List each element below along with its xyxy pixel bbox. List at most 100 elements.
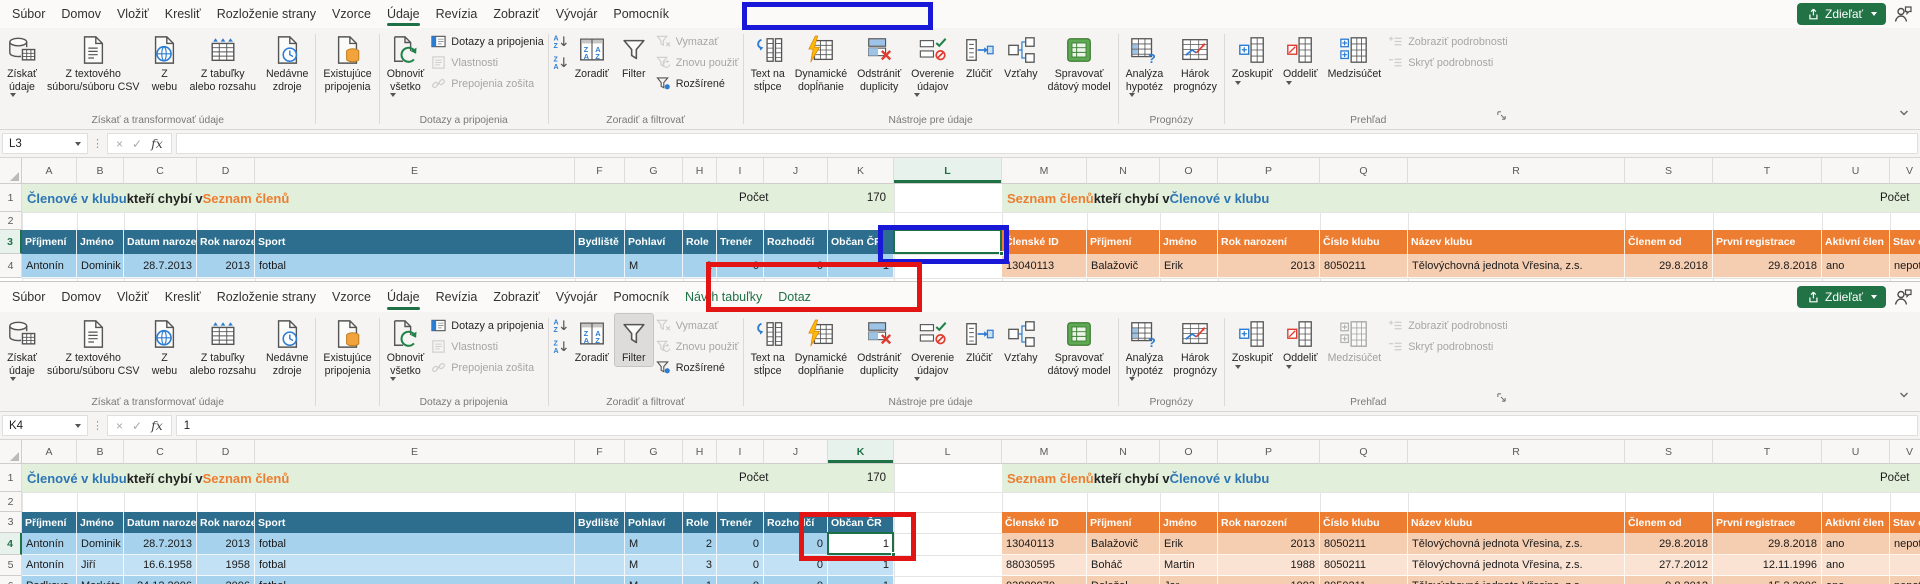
column-header-S[interactable]: S [1625, 158, 1713, 184]
menu-tab-kreslit[interactable]: Kresliť [157, 0, 209, 28]
remove-duplicates-button[interactable]: Odstrániťduplicity [852, 29, 906, 95]
cell-K4[interactable]: 1 [828, 254, 894, 278]
cell-R4[interactable]: Tělovýchovná jednota Vřesina, z.s. [1408, 533, 1625, 555]
formula-input[interactable] [176, 133, 1918, 154]
cell-N5[interactable]: Boháč [1087, 555, 1160, 576]
table-header-right-stav-e[interactable]: Stav e [1890, 230, 1920, 254]
table-header-obcan-cr[interactable]: Občan ČR [828, 512, 894, 533]
cell-J4[interactable]: 0 [764, 533, 828, 555]
workbook-links-button[interactable]: Prepojenia zošita [431, 360, 543, 375]
reapply-filter-button[interactable]: Znovu použiť [656, 339, 739, 354]
menu-tab-udaje[interactable]: Údaje [379, 282, 428, 312]
column-header-U[interactable]: U [1822, 440, 1890, 464]
table-header-right-clenske-id[interactable]: Členské ID [1002, 230, 1087, 254]
contextual-tab-navrh-tabulky[interactable]: Návrh tabuľky [677, 282, 770, 312]
select-all-corner[interactable] [0, 158, 22, 184]
select-all-corner[interactable] [0, 440, 22, 464]
name-box-splitter[interactable]: ⋮ [88, 419, 107, 432]
table-header-sport[interactable]: Sport [255, 512, 575, 533]
table-header-right-prvni-registrace[interactable]: První registrace [1713, 230, 1822, 254]
table-header-right-rok-narozeni[interactable]: Rok narození [1218, 512, 1320, 533]
enter-button[interactable]: ✓ [132, 419, 142, 433]
menu-tab-vzorce[interactable]: Vzorce [324, 0, 379, 28]
menu-tab-vyvojar[interactable]: Vývojár [548, 282, 606, 312]
cell-D4[interactable]: 2013 [197, 254, 255, 278]
cell-V4[interactable]: nepotv [1890, 533, 1920, 555]
cell-V4[interactable]: nepotv [1890, 254, 1920, 278]
column-header-U[interactable]: U [1822, 158, 1890, 184]
cell-Q4[interactable]: 8050211 [1320, 254, 1408, 278]
cell-F4[interactable] [575, 533, 625, 555]
table-header-right-jmeno[interactable]: Jméno [1160, 230, 1218, 254]
what-if-analysis-button[interactable]: Analýzahypotéz [1121, 29, 1169, 99]
column-header-D[interactable]: D [197, 440, 255, 464]
sort-az-button[interactable] [553, 34, 568, 49]
recent-sources-button[interactable]: Nedávnezdroje [261, 29, 313, 95]
table-header-sport[interactable]: Sport [255, 230, 575, 254]
menu-tab-vzorce[interactable]: Vzorce [324, 282, 379, 312]
table-header-trener[interactable]: Trenér [717, 512, 764, 533]
column-header-K[interactable]: K [828, 440, 894, 464]
cell-U5[interactable]: ano [1822, 555, 1890, 576]
cell-U6[interactable]: ano [1822, 576, 1890, 584]
properties-button[interactable]: Vlastnosti [431, 55, 543, 70]
cell-D6[interactable]: 2006 [197, 576, 255, 584]
text-to-columns-button[interactable]: Text nastĺpce [746, 29, 790, 95]
cell-I4[interactable]: 0 [717, 533, 764, 555]
cell-P5[interactable]: 1988 [1218, 555, 1320, 576]
table-header-right-cislo-klubu[interactable]: Číslo klubu [1320, 230, 1408, 254]
cell-P4[interactable]: 2013 [1218, 254, 1320, 278]
ungroup-button[interactable]: Oddeliť [1278, 313, 1323, 371]
ungroup-button[interactable]: Oddeliť [1278, 29, 1323, 87]
menu-tab-domov[interactable]: Domov [53, 0, 109, 28]
table-header-datum-narozeni[interactable]: Datum narození [124, 230, 197, 254]
cell-G4[interactable]: M [625, 533, 683, 555]
cell-T4[interactable]: 29.8.2018 [1713, 533, 1822, 555]
menu-tab-zobrazit[interactable]: Zobraziť [485, 282, 547, 312]
cell-C4[interactable]: 28.7.2013 [124, 254, 197, 278]
row-header-1[interactable]: 1 [0, 464, 22, 492]
menu-tab-domov[interactable]: Domov [53, 282, 109, 312]
cell-N4[interactable]: Balažovič [1087, 533, 1160, 555]
menu-tab-rozlozenie-strany[interactable]: Rozloženie strany [209, 0, 324, 28]
cell-B4[interactable]: Dominik [77, 254, 124, 278]
column-header-I[interactable]: I [717, 440, 764, 464]
comments-person-button[interactable] [1893, 287, 1913, 307]
fill-handle[interactable] [891, 552, 896, 557]
dialog-launcher-button[interactable] [1496, 390, 1507, 408]
row-header-1[interactable]: 1 [0, 184, 22, 212]
row-header-3[interactable]: 3 [0, 230, 22, 254]
sort-az-button[interactable] [553, 318, 568, 333]
cell-B4[interactable]: Dominik [77, 533, 124, 555]
column-header-P[interactable]: P [1218, 158, 1320, 184]
column-header-K[interactable]: K [828, 158, 894, 184]
column-header-Q[interactable]: Q [1320, 440, 1408, 464]
table-header-rozhodci[interactable]: Rozhodčí [764, 230, 828, 254]
subtotal-button[interactable]: Medzisúčet [1323, 29, 1387, 83]
cell-S4[interactable]: 29.8.2018 [1625, 254, 1713, 278]
column-header-B[interactable]: B [77, 158, 124, 184]
cell-O4[interactable]: Erik [1160, 533, 1218, 555]
cell-V6[interactable]: nepot [1890, 576, 1920, 584]
cell-J5[interactable]: 0 [764, 555, 828, 576]
filter-button[interactable]: Filter [614, 313, 654, 367]
column-header-V[interactable]: V [1890, 440, 1920, 464]
cell-M4[interactable]: 13040113 [1002, 254, 1087, 278]
menu-tab-subor[interactable]: Súbor [4, 0, 53, 28]
column-header-A[interactable]: A [22, 440, 77, 464]
sort-za-button[interactable] [553, 339, 568, 354]
cell-E4[interactable]: fotbal [255, 533, 575, 555]
cell-N6[interactable]: Doležal [1087, 576, 1160, 584]
cell-G4[interactable]: M [625, 254, 683, 278]
cell-I5[interactable]: 0 [717, 555, 764, 576]
menu-tab-vlozit[interactable]: Vložiť [109, 0, 157, 28]
column-header-J[interactable]: J [764, 440, 828, 464]
table-header-trener[interactable]: Trenér [717, 230, 764, 254]
table-header-pohlavi[interactable]: Pohlaví [625, 512, 683, 533]
cell-V5[interactable] [1890, 555, 1920, 576]
column-header-N[interactable]: N [1087, 440, 1160, 464]
column-header-C[interactable]: C [124, 440, 197, 464]
table-header-role[interactable]: Role [683, 512, 717, 533]
column-header-O[interactable]: O [1160, 440, 1218, 464]
column-header-B[interactable]: B [77, 440, 124, 464]
